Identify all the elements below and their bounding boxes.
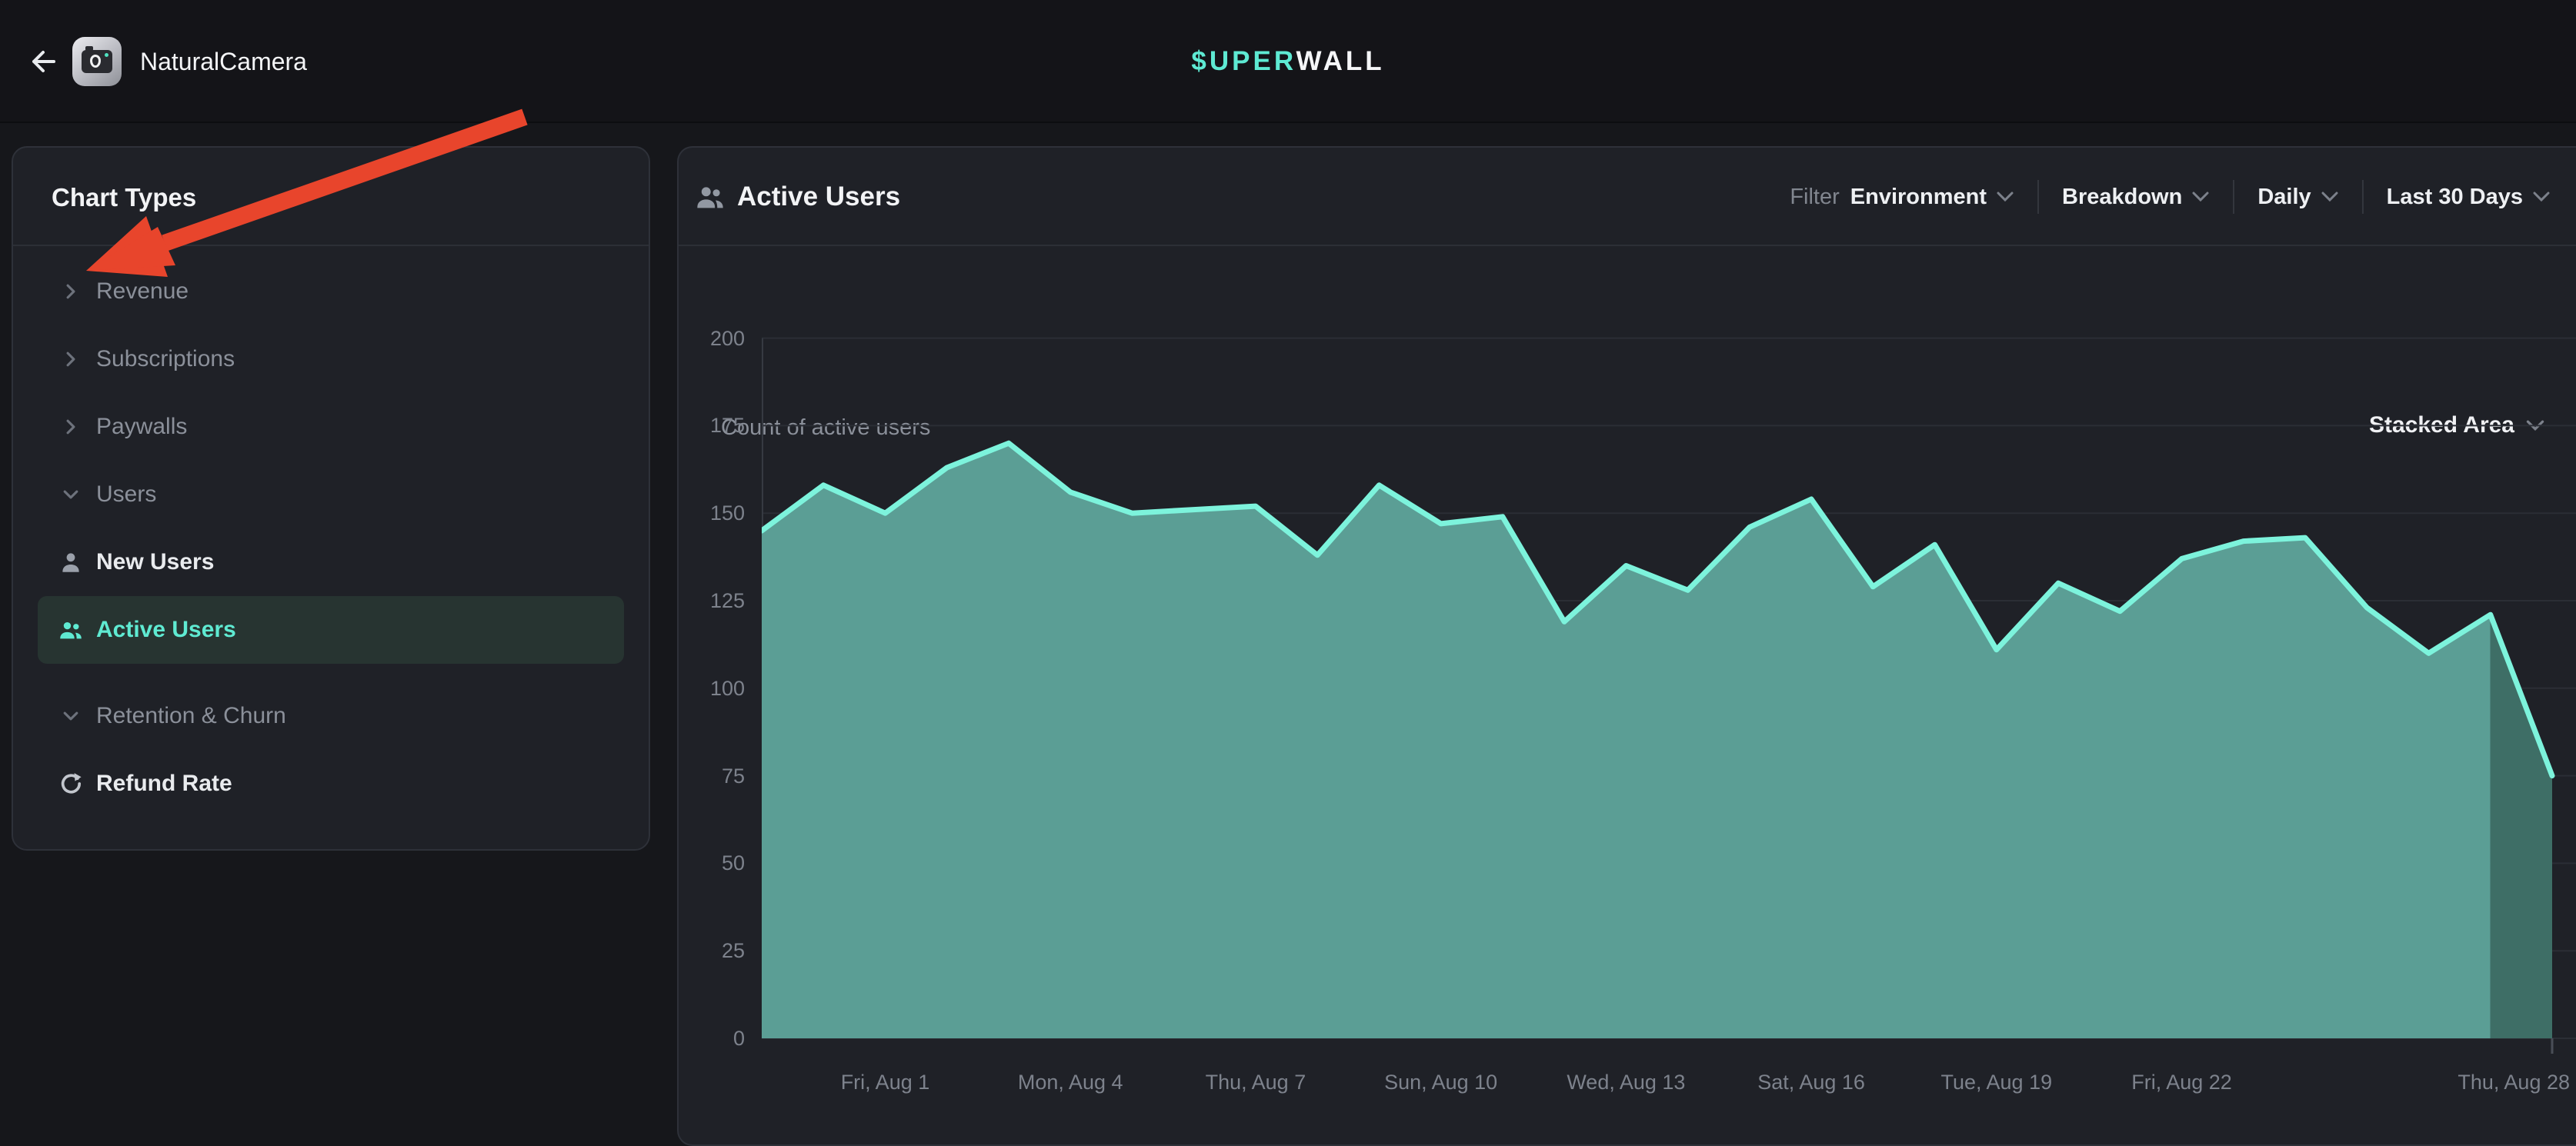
- sidebar-title: Chart Types: [52, 183, 196, 212]
- chevron-down-icon: [58, 706, 84, 726]
- superwall-logo: $UPERWALL: [0, 46, 2576, 77]
- chevron-right-icon: [61, 349, 81, 369]
- y-axis-label: 150: [679, 500, 745, 526]
- y-axis-label: 175: [679, 412, 745, 438]
- refresh-icon: [58, 771, 84, 797]
- sidebar-item-label: New Users: [96, 549, 214, 575]
- chevron-down-icon: [61, 706, 81, 726]
- y-axis-label: 0: [679, 1025, 745, 1051]
- people-icon: [58, 617, 84, 643]
- y-axis-label: 100: [679, 675, 745, 701]
- sidebar-item-label: Revenue: [96, 278, 189, 305]
- sidebar-item-label: Retention & Churn: [96, 703, 286, 729]
- y-axis-label: 75: [679, 763, 745, 789]
- area-fill: [762, 443, 2491, 1038]
- x-axis-label: Mon, Aug 4: [1018, 1069, 1123, 1095]
- logo-white-part: WALL: [1296, 46, 1384, 76]
- sidebar-item-label: Users: [96, 481, 156, 508]
- sidebar-header: Chart Types: [13, 148, 649, 246]
- chevron-down-icon: [58, 485, 84, 505]
- x-axis-label: Thu, Aug 28: [2458, 1069, 2570, 1095]
- top-bar: NaturalCamera $UPERWALL: [0, 0, 2576, 123]
- active-users-panel: Active Users Filter Environment Breakdow…: [677, 146, 2576, 1146]
- x-axis-label: Tue, Aug 19: [1941, 1069, 2053, 1095]
- y-axis-label: 50: [679, 850, 745, 876]
- sidebar-item-revenue[interactable]: Revenue: [38, 258, 624, 325]
- people-icon: [58, 617, 84, 643]
- x-axis-label: Sun, Aug 10: [1384, 1069, 1497, 1095]
- x-axis-label: Fri, Aug 1: [841, 1069, 930, 1095]
- chevron-right-icon: [61, 417, 81, 437]
- area-chart: 0 25 50 75 100 125 150 175 200 Fri, Aug 1 Mon, Aug…: [679, 148, 2576, 1144]
- logo-teal-part: $UPER: [1191, 46, 1296, 76]
- area-fill-partial: [2491, 615, 2552, 1038]
- x-axis-label: Thu, Aug 7: [1206, 1069, 1306, 1095]
- chevron-right-icon: [58, 417, 84, 437]
- sidebar-item-label: Paywalls: [96, 414, 187, 440]
- person-icon: [58, 549, 84, 575]
- x-axis-label: Sat, Aug 16: [1757, 1069, 1865, 1095]
- chart-types-sidebar: Chart Types Revenue Subscriptions Paywalls…: [12, 146, 650, 851]
- chevron-right-icon: [58, 282, 84, 301]
- sidebar-item-label: Active Users: [96, 617, 236, 643]
- sidebar-item-label: Refund Rate: [96, 771, 232, 797]
- sidebar-item-active-users[interactable]: Active Users: [38, 596, 624, 664]
- chevron-right-icon: [61, 282, 81, 301]
- sidebar-item-label: Subscriptions: [96, 346, 235, 372]
- sidebar-item-subscriptions[interactable]: Subscriptions: [38, 325, 624, 393]
- sidebar-item-users[interactable]: Users: [38, 461, 624, 528]
- sidebar-item-new-users[interactable]: New Users: [38, 528, 624, 596]
- refresh-icon: [58, 771, 84, 797]
- x-axis-label: Fri, Aug 22: [2131, 1069, 2232, 1095]
- sidebar-nav-list: Revenue Subscriptions Paywalls Users New Use…: [13, 258, 649, 818]
- chevron-down-icon: [61, 485, 81, 505]
- x-axis-label: Wed, Aug 13: [1567, 1069, 1685, 1095]
- y-axis-label: 25: [679, 938, 745, 964]
- person-icon: [58, 549, 84, 575]
- chevron-right-icon: [58, 349, 84, 369]
- chart-plot: [762, 317, 2576, 1055]
- sidebar-item-refund-rate[interactable]: Refund Rate: [38, 750, 624, 818]
- sidebar-item-retention-churn[interactable]: Retention & Churn: [38, 682, 624, 750]
- sidebar-item-paywalls[interactable]: Paywalls: [38, 393, 624, 461]
- y-axis-label: 200: [679, 325, 745, 351]
- y-axis-label: 125: [679, 588, 745, 614]
